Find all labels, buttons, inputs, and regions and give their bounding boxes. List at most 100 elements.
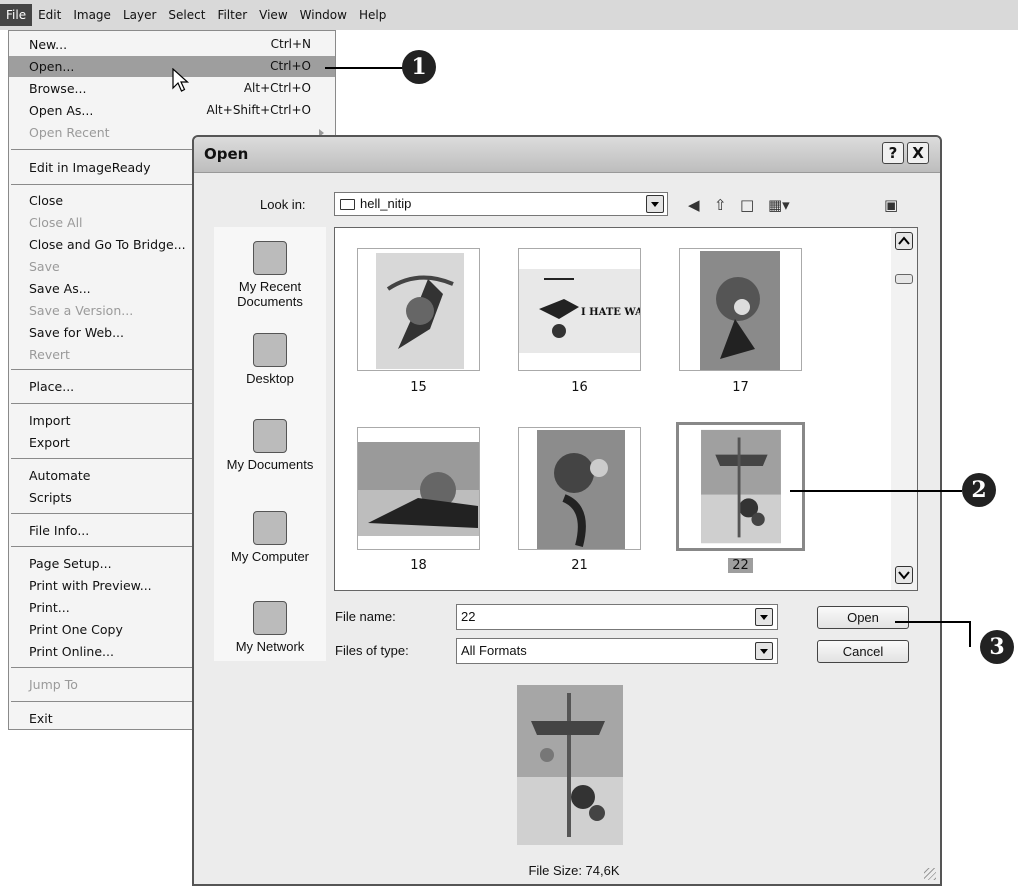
place-my-computer[interactable]: My Computer (214, 511, 326, 564)
file-thumbnail[interactable] (357, 248, 480, 371)
menu-item-label: Edit in ImageReady (29, 160, 151, 175)
menu-item-label: Save (29, 259, 60, 274)
menu-layer[interactable]: Layer (117, 4, 162, 26)
menu-item-label: Save As... (29, 281, 91, 296)
menu-item-label: Save a Version... (29, 303, 134, 318)
menu-item-label: Scripts (29, 490, 72, 505)
callout-badge-2: 2 (962, 473, 996, 507)
file-name-value: 22 (461, 609, 476, 624)
open-dialog: Open ? X Look in: hell_nitip ◀ ⇧ □ ▦▾ ▣ … (192, 135, 942, 886)
desktop-icon (253, 333, 287, 367)
artwork-image (358, 442, 479, 536)
place-my-documents[interactable]: My Documents (214, 419, 326, 472)
scroll-thumb[interactable] (895, 274, 913, 284)
artwork-image (376, 253, 464, 369)
menu-file[interactable]: File (0, 4, 33, 26)
menu-filter[interactable]: Filter (211, 4, 253, 26)
artwork-image (701, 429, 781, 544)
menu-item-label: Open As... (29, 103, 94, 118)
resize-grip[interactable] (924, 868, 936, 880)
menu-item-label: Open... (29, 59, 75, 74)
menu-item-label: Close (29, 193, 64, 208)
place-label: Desktop (246, 371, 294, 386)
file-name-label: 15 (410, 380, 427, 395)
view-menu-icon[interactable]: ▦▾ (768, 197, 790, 213)
preview-image (517, 685, 623, 845)
bridge-folder-icon[interactable]: ▣ (884, 197, 898, 213)
file-name-label: 16 (571, 380, 588, 395)
place-label: My Recent Documents (237, 279, 303, 309)
menu-view[interactable]: View (253, 4, 293, 26)
menu-select[interactable]: Select (162, 4, 211, 26)
chevron-down-icon[interactable] (755, 608, 773, 626)
up-folder-icon[interactable]: ⇧ (714, 197, 727, 213)
artwork-image (537, 430, 625, 549)
look-in-dropdown[interactable]: hell_nitip (334, 192, 668, 216)
thumb-16-text: I HATE WAR (581, 307, 641, 318)
file-thumbnail[interactable] (679, 248, 802, 371)
close-button[interactable]: X (907, 142, 929, 164)
place-label: My Network (235, 639, 305, 654)
place-desktop[interactable]: Desktop (214, 333, 326, 386)
file-name-label: 17 (732, 380, 749, 395)
chevron-down-icon[interactable] (646, 195, 664, 213)
place-my-network[interactable]: My Network (214, 601, 326, 654)
menu-item-label: Save for Web... (29, 325, 124, 340)
menu-item-label: Automate (29, 468, 91, 483)
shortcut: Alt+Ctrl+O (243, 81, 311, 95)
place-label: My Computer (230, 549, 310, 564)
menu-item-label: Open Recent (29, 125, 110, 140)
place-my-recent-documents[interactable]: My Recent Documents (214, 241, 326, 309)
open-button[interactable]: Open (817, 606, 909, 629)
files-of-type-dropdown[interactable]: All Formats (456, 638, 778, 664)
callout-line (969, 621, 971, 647)
callout-line (790, 490, 962, 492)
menu-item-label: Close All (29, 215, 83, 230)
places-bar: My Recent Documents Desktop My Documents… (214, 227, 326, 661)
file-name-field-label: File name: (335, 609, 396, 624)
mouse-cursor-icon (172, 68, 190, 92)
menu-item-label: Print with Preview... (29, 578, 152, 593)
callout-badge-3: 3 (980, 630, 1014, 664)
menu-item-label: Exit (29, 711, 53, 726)
artwork-image (700, 251, 780, 370)
help-button[interactable]: ? (882, 142, 904, 164)
new-folder-icon[interactable]: □ (740, 197, 754, 213)
file-thumbnail-selected[interactable] (676, 422, 805, 551)
menu-help[interactable]: Help (353, 4, 392, 26)
menu-item-label: Place... (29, 379, 75, 394)
callout-badge-1: 1 (402, 50, 436, 84)
menu-item-label: New... (29, 37, 68, 52)
menu-bar: File Edit Image Layer Select Filter View… (0, 0, 1018, 30)
file-name-label-selected: 22 (679, 558, 802, 573)
files-of-type-value: All Formats (461, 643, 527, 658)
dialog-title: Open (204, 145, 249, 163)
scroll-down-button[interactable] (895, 566, 913, 584)
file-thumbnail[interactable] (518, 427, 641, 550)
files-of-type-label: Files of type: (335, 643, 409, 658)
menu-item-label: Print Online... (29, 644, 114, 659)
menu-item-new[interactable]: New... Ctrl+N (9, 34, 335, 55)
cancel-button[interactable]: Cancel (817, 640, 909, 663)
menu-edit[interactable]: Edit (32, 4, 67, 26)
menu-item-label: Export (29, 435, 70, 450)
menu-window[interactable]: Window (294, 4, 353, 26)
menu-item-open-as[interactable]: Open As... Alt+Shift+Ctrl+O (9, 100, 335, 121)
menu-item-label: Print... (29, 600, 70, 615)
back-icon[interactable]: ◀ (688, 197, 700, 213)
file-thumbnail[interactable] (357, 427, 480, 550)
vertical-scrollbar[interactable] (891, 228, 917, 590)
menu-item-label: Revert (29, 347, 70, 362)
file-size-label: File Size: 74,6K (528, 863, 620, 878)
menu-item-label: Import (29, 413, 71, 428)
menu-item-label: Browse... (29, 81, 87, 96)
file-list[interactable]: 15 I HATE WAR 16 17 (334, 227, 918, 591)
file-name-input[interactable]: 22 (456, 604, 778, 630)
chevron-down-icon[interactable] (755, 642, 773, 660)
menu-image[interactable]: Image (67, 4, 117, 26)
scroll-up-button[interactable] (895, 232, 913, 250)
menu-item-label: File Info... (29, 523, 90, 538)
file-name-label: 18 (410, 558, 427, 573)
file-thumbnail[interactable]: I HATE WAR (518, 248, 641, 371)
shortcut: Ctrl+N (270, 37, 311, 51)
